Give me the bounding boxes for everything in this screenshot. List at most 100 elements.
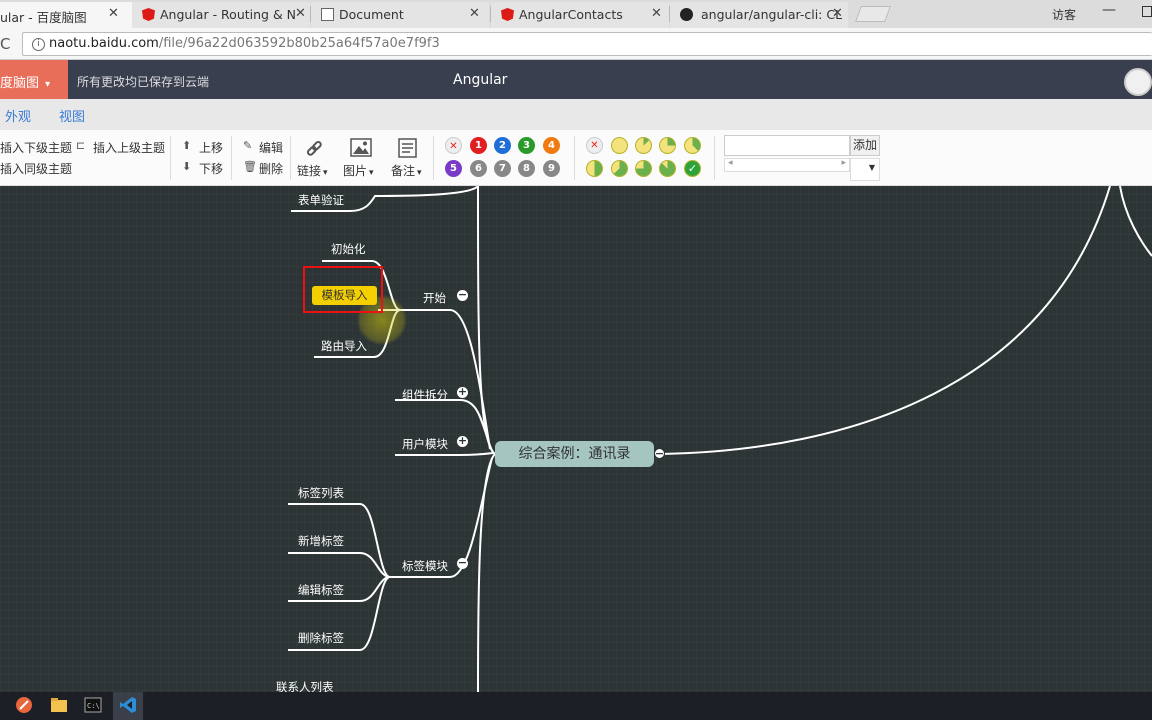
scroll-right-icon[interactable]: ▸ [841, 158, 846, 168]
priority-7-badge[interactable]: 7 [494, 160, 511, 177]
link-button[interactable]: 链接 ▾ [297, 162, 328, 179]
toolbar-divider [714, 136, 715, 180]
brand-menu-button[interactable]: 度脑图 ▾ [0, 60, 68, 99]
node-user-module[interactable]: 用户模块 [402, 436, 448, 452]
link-label: 链接 [297, 164, 322, 178]
mindmap-canvas[interactable]: 表单验证 初始化 模板导入 路由导入 开始 − 组件拆分 + 用户模块 + 综合… [0, 186, 1152, 692]
document-title[interactable]: Angular [453, 72, 507, 88]
image-button[interactable]: 图片 ▾ [343, 162, 374, 179]
node-init[interactable]: 初始化 [331, 241, 366, 257]
insert-sibling-button[interactable]: 插入同级主题 [0, 160, 72, 177]
tab-document[interactable]: Document ✕ [311, 2, 489, 28]
tab-close-icon[interactable]: ✕ [651, 6, 662, 21]
tab-baidu-naotu[interactable]: ular - 百度脑图 ✕ [0, 2, 132, 28]
collapse-icon[interactable]: − [654, 448, 665, 459]
tab-close-icon[interactable]: ✕ [108, 6, 119, 21]
priority-2-badge[interactable]: 2 [494, 137, 511, 154]
progress-clear-icon[interactable]: ✕ [586, 137, 603, 154]
url-host: naotu.baidu.com [49, 36, 159, 51]
node-contact-list[interactable]: 联系人列表 [276, 679, 334, 692]
progress-6-icon[interactable] [635, 160, 652, 177]
insert-parent-button[interactable]: 插入上级主题 [93, 139, 165, 156]
reload-icon[interactable]: C [0, 35, 10, 53]
collapse-icon[interactable]: − [457, 557, 468, 569]
node-tag-module[interactable]: 标签模块 [402, 558, 448, 574]
maximize-icon[interactable] [1142, 6, 1152, 17]
collapse-icon[interactable]: − [457, 289, 468, 301]
info-icon[interactable]: i [32, 38, 45, 51]
priority-4-badge[interactable]: 4 [543, 137, 560, 154]
node-router-import[interactable]: 路由导入 [321, 338, 367, 354]
progress-2-icon[interactable] [659, 137, 676, 154]
browser-tab-strip: ular - 百度脑图 ✕ Angular - Routing & N ✕ Do… [0, 0, 1152, 28]
new-tab-button[interactable] [855, 6, 891, 22]
terminal-icon[interactable]: C:\ [84, 696, 102, 714]
url-path: /file/96a22d063592b80b25a64f57a0e7f9f3 [158, 36, 440, 51]
app-icon[interactable] [15, 696, 33, 714]
progress-3-icon[interactable] [684, 137, 701, 154]
resource-dropdown[interactable]: ▼ [850, 158, 880, 181]
insert-child-button[interactable]: 插入下级主题 [0, 139, 72, 156]
priority-8-badge[interactable]: 8 [518, 160, 535, 177]
folder-icon[interactable] [50, 696, 68, 714]
node-edit-tag[interactable]: 编辑标签 [298, 582, 344, 598]
tab-title: Document [339, 7, 404, 22]
minimize-icon[interactable]: — [1102, 2, 1116, 18]
tab-angular-cli[interactable]: angular/angular-cli: CL ✕ [670, 2, 848, 28]
delete-button[interactable]: 删除 [259, 160, 283, 177]
expand-icon[interactable]: + [457, 435, 468, 447]
node-delete-tag[interactable]: 删除标签 [298, 630, 344, 646]
progress-1-icon[interactable] [635, 137, 652, 154]
url-field[interactable]: i naotu.baidu.com/file/96a22d063592b80b2… [22, 32, 1152, 56]
vscode-icon[interactable] [119, 696, 137, 714]
trash-icon: 🗑 [243, 160, 257, 173]
link-icon [306, 140, 322, 156]
edit-button[interactable]: 编辑 [259, 139, 283, 156]
move-up-button[interactable]: 上移 [199, 139, 223, 156]
tab-angular-routing[interactable]: Angular - Routing & N ✕ [132, 2, 310, 28]
caret-down-icon: ▾ [45, 79, 51, 90]
tab-close-icon[interactable]: ✕ [295, 6, 306, 21]
tab-close-icon[interactable]: ✕ [469, 6, 480, 21]
node-start[interactable]: 开始 [423, 290, 446, 306]
add-resource-button[interactable]: 添加 [850, 135, 880, 156]
tab-appearance[interactable]: 外观 [5, 106, 31, 125]
image-icon [350, 138, 372, 157]
priority-1-badge[interactable]: 1 [470, 137, 487, 154]
angular-icon [142, 8, 155, 21]
priority-9-badge[interactable]: 9 [543, 160, 560, 177]
priority-6-badge[interactable]: 6 [470, 160, 487, 177]
toolbar-divider [574, 136, 575, 180]
priority-clear-badge[interactable]: ✕ [445, 137, 462, 154]
tab-view[interactable]: 视图 [59, 106, 85, 125]
node-form-validation[interactable]: 表单验证 [298, 192, 344, 208]
svg-text:C:\: C:\ [87, 702, 100, 710]
caret-down-icon: ▾ [323, 168, 328, 178]
node-tag-list[interactable]: 标签列表 [298, 485, 344, 501]
progress-7-icon[interactable] [659, 160, 676, 177]
save-status: 所有更改均已保存到云端 [77, 75, 210, 89]
tab-close-icon[interactable]: ✕ [832, 6, 843, 21]
node-add-tag[interactable]: 新增标签 [298, 533, 344, 549]
browser-user-label[interactable]: 访客 [1052, 6, 1076, 23]
toolbar-divider [231, 136, 232, 180]
resource-input[interactable] [724, 135, 850, 156]
central-topic[interactable]: 综合案例：通讯录 [495, 441, 654, 467]
progress-done-icon[interactable]: ✓ [684, 160, 701, 177]
expand-icon[interactable]: + [457, 386, 468, 398]
toolbar-divider [170, 136, 171, 180]
priority-5-badge[interactable]: 5 [445, 160, 462, 177]
progress-4-icon[interactable] [586, 160, 603, 177]
tab-angular-contacts[interactable]: AngularContacts ✕ [491, 2, 669, 28]
move-down-button[interactable]: 下移 [199, 160, 223, 177]
progress-5-icon[interactable] [611, 160, 628, 177]
selection-highlight-box [303, 266, 383, 313]
resource-scrollbar[interactable]: ◂ ▸ [724, 158, 850, 172]
avatar[interactable] [1124, 68, 1152, 96]
scroll-left-icon[interactable]: ◂ [728, 158, 733, 168]
priority-3-badge[interactable]: 3 [518, 137, 535, 154]
note-button[interactable]: 备注 ▾ [391, 162, 422, 179]
node-component-split[interactable]: 组件拆分 [402, 387, 448, 403]
progress-0-icon[interactable] [611, 137, 628, 154]
arrow-down-icon: ⬇ [182, 160, 192, 173]
